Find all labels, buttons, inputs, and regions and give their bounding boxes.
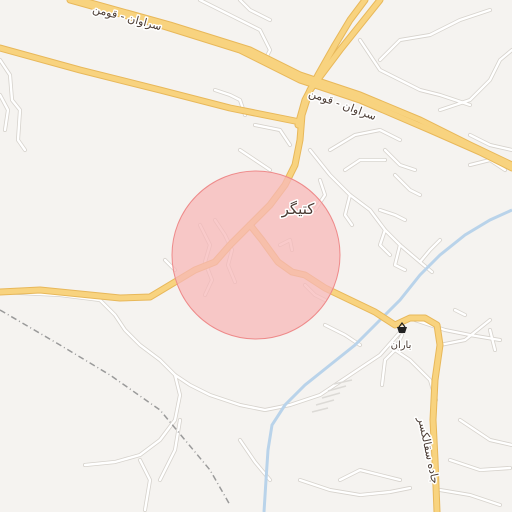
location-highlight-circle xyxy=(171,170,341,340)
place-label[interactable]: کتیگر xyxy=(279,199,317,220)
poi-label: باران xyxy=(391,340,412,351)
map-view[interactable]: سراوان - قومن سراوان - قومن جاده سقالکسر… xyxy=(0,0,512,512)
map-canvas[interactable]: سراوان - قومن سراوان - قومن جاده سقالکسر… xyxy=(0,0,512,512)
